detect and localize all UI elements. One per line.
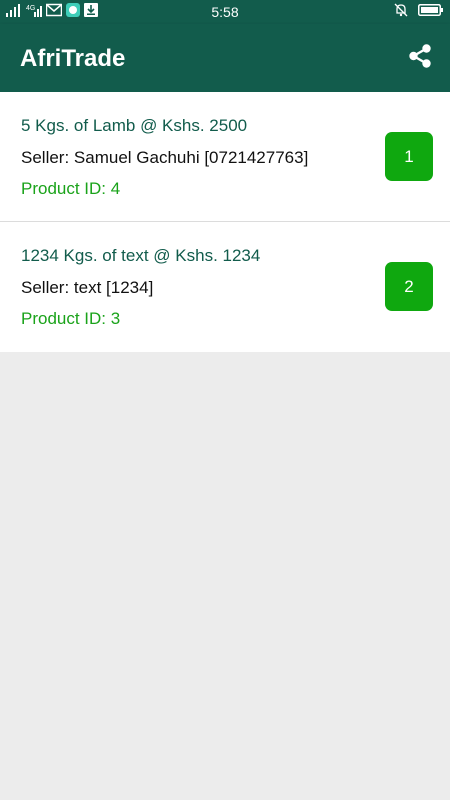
product-title: 5 Kgs. of Lamb @ Kshs. 2500 xyxy=(21,116,248,135)
app-bar: AfriTrade xyxy=(0,24,450,92)
share-icon xyxy=(407,43,433,74)
status-time: 5:58 xyxy=(211,4,239,20)
battery-icon xyxy=(418,3,444,22)
status-right-icons xyxy=(394,3,444,22)
product-list-item[interactable]: 5 Kgs. of Lamb @ Kshs. 2500 Seller: Samu… xyxy=(0,92,450,222)
status-bar: 4G 5:58 xyxy=(0,0,450,24)
app-title: AfriTrade xyxy=(20,45,126,72)
product-id: Product ID: 3 xyxy=(21,309,121,328)
product-number-button[interactable]: 2 xyxy=(385,262,433,311)
app-screen: 4G 5:58 AfriTrade 5 Kgs. of Lamb @ Kshs.… xyxy=(0,0,450,800)
bell-off-icon xyxy=(394,3,408,22)
product-list: 5 Kgs. of Lamb @ Kshs. 2500 Seller: Samu… xyxy=(0,92,450,352)
product-title: 1234 Kgs. of text @ Kshs. 1234 xyxy=(21,246,261,265)
product-seller: Seller: Samuel Gachuhi [0721427763] xyxy=(21,148,309,167)
product-number-button[interactable]: 1 xyxy=(385,132,433,181)
product-seller: Seller: text [1234] xyxy=(21,278,154,297)
product-list-item[interactable]: 1234 Kgs. of text @ Kshs. 1234 Seller: t… xyxy=(0,222,450,352)
share-button[interactable] xyxy=(402,40,438,76)
product-id: Product ID: 4 xyxy=(21,179,121,198)
